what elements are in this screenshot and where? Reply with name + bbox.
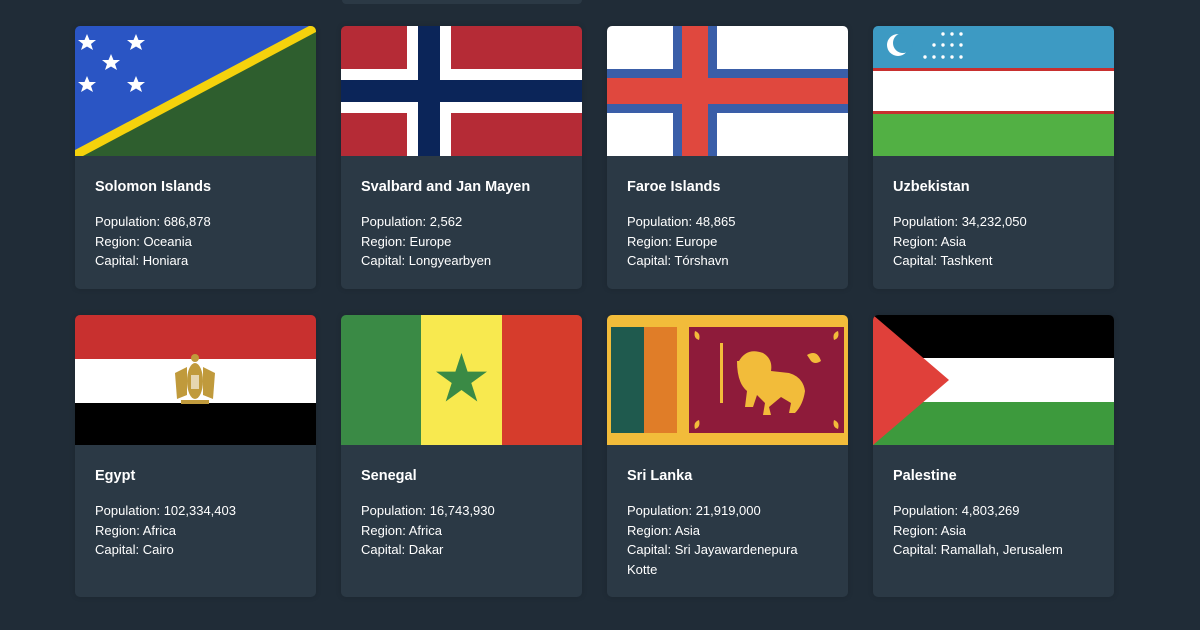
country-name: Palestine [893, 468, 957, 484]
region-value: Asia [674, 522, 701, 538]
country-name: Faroe Islands [627, 179, 721, 195]
region-line: Region: Asia [893, 521, 1094, 541]
svalbard-flag [341, 26, 582, 156]
country-grid: Solomon Islands Population: 686,878 Regi… [75, 26, 1114, 597]
region-label: Region: [627, 233, 672, 249]
country-card-sri-lanka[interactable]: Sri Lanka Population: 21,919,000 Region:… [607, 315, 848, 597]
capital-value: Ramallah, Jerusalem [940, 542, 1063, 557]
region-value: Africa [408, 522, 442, 538]
country-card-senegal[interactable]: Senegal Population: 16,743,930 Region: A… [341, 315, 582, 597]
region-label: Region: [893, 233, 938, 249]
population-label: Population: [361, 214, 427, 229]
population-line: Population: 48,865 [627, 212, 828, 232]
country-card-svalbard-and-jan-mayen[interactable]: Svalbard and Jan Mayen Population: 2,562… [341, 26, 582, 289]
country-card-palestine[interactable]: Palestine Population: 4,803,269 Region: … [873, 315, 1114, 597]
region-label: Region: [893, 522, 938, 538]
faroe-islands-flag [607, 26, 848, 156]
country-card-faroe-islands[interactable]: Faroe Islands Population: 48,865 Region:… [607, 26, 848, 289]
population-line: Population: 34,232,050 [893, 212, 1094, 232]
population-label: Population: [627, 503, 693, 518]
capital-value: Tórshavn [674, 253, 729, 268]
capital-value: Longyearbyen [408, 253, 492, 268]
population-line: Population: 4,803,269 [893, 501, 1094, 521]
region-label: Region: [627, 522, 672, 538]
palestine-flag [873, 315, 1114, 445]
region-value: Oceania [143, 233, 192, 249]
population-label: Population: [95, 214, 161, 229]
capital-line: Capital: Tórshavn [627, 251, 828, 271]
country-name: Solomon Islands [95, 179, 212, 195]
region-line: Region: Asia [893, 232, 1094, 252]
region-line: Region: Africa [361, 521, 562, 541]
senegal-flag [341, 315, 582, 445]
region-line: Region: Europe [361, 232, 562, 252]
capital-label: Capital: [627, 542, 672, 557]
country-name: Sri Lanka [627, 468, 693, 484]
population-value: 102,334,403 [163, 503, 236, 518]
capital-line: Capital: Dakar [361, 540, 562, 560]
capital-value: Tashkent [940, 253, 993, 268]
region-value: Asia [940, 233, 967, 249]
population-value: 48,865 [695, 214, 736, 229]
sri-lanka-flag [607, 315, 848, 445]
population-label: Population: [893, 214, 959, 229]
country-name: Uzbekistan [893, 179, 970, 195]
country-card-uzbekistan[interactable]: Uzbekistan Population: 34,232,050 Region… [873, 26, 1114, 289]
region-label: Region: [95, 233, 140, 249]
capital-value: Honiara [142, 253, 189, 268]
country-card-solomon-islands[interactable]: Solomon Islands Population: 686,878 Regi… [75, 26, 316, 289]
capital-label: Capital: [361, 253, 406, 268]
population-value: 2,562 [429, 214, 463, 229]
region-value: Asia [940, 522, 967, 538]
solomon-islands-flag [75, 26, 316, 156]
population-value: 34,232,050 [961, 214, 1027, 229]
population-label: Population: [627, 214, 693, 229]
region-value: Europe [409, 233, 452, 249]
region-line: Region: Oceania [95, 232, 296, 252]
region-line: Region: Africa [95, 521, 296, 541]
country-card-egypt[interactable]: Egypt Population: 102,334,403 Region: Af… [75, 315, 316, 597]
population-value: 21,919,000 [695, 503, 761, 518]
previous-card-edge [342, 0, 582, 4]
population-line: Population: 686,878 [95, 212, 296, 232]
region-value: Europe [675, 233, 718, 249]
region-label: Region: [361, 233, 406, 249]
egypt-flag [75, 315, 316, 445]
population-label: Population: [893, 503, 959, 518]
country-name: Egypt [95, 468, 136, 484]
capital-line: Capital: Longyearbyen [361, 251, 562, 271]
capital-label: Capital: [95, 253, 140, 268]
capital-value: Dakar [408, 542, 444, 557]
population-line: Population: 102,334,403 [95, 501, 296, 521]
capital-line: Capital: Ramallah, Jerusalem [893, 540, 1094, 560]
capital-line: Capital: Tashkent [893, 251, 1094, 271]
capital-label: Capital: [95, 542, 140, 557]
population-value: 4,803,269 [961, 503, 1020, 518]
capital-line: Capital: Honiara [95, 251, 296, 271]
uzbekistan-flag [873, 26, 1114, 156]
country-name: Senegal [361, 468, 417, 484]
capital-label: Capital: [627, 253, 672, 268]
region-line: Region: Asia [627, 521, 828, 541]
capital-label: Capital: [361, 542, 406, 557]
population-label: Population: [361, 503, 427, 518]
capital-label: Capital: [893, 253, 938, 268]
capital-value: Cairo [142, 542, 174, 557]
population-line: Population: 21,919,000 [627, 501, 828, 521]
capital-line: Capital: Sri Jayawardenepura Kotte [627, 540, 828, 579]
region-line: Region: Europe [627, 232, 828, 252]
capital-label: Capital: [893, 542, 938, 557]
population-label: Population: [95, 503, 161, 518]
capital-line: Capital: Cairo [95, 540, 296, 560]
region-label: Region: [95, 522, 140, 538]
population-line: Population: 2,562 [361, 212, 562, 232]
region-value: Africa [142, 522, 176, 538]
population-value: 686,878 [163, 214, 211, 229]
country-name: Svalbard and Jan Mayen [361, 179, 531, 195]
region-label: Region: [361, 522, 406, 538]
population-line: Population: 16,743,930 [361, 501, 562, 521]
population-value: 16,743,930 [429, 503, 495, 518]
